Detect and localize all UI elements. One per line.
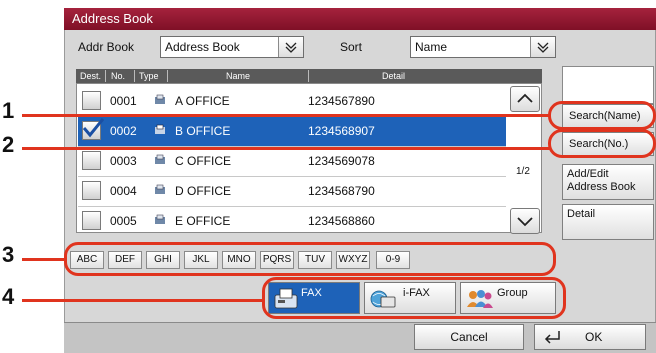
addr-book-label: Addr Book — [78, 40, 135, 54]
row-detail: 1234568907 — [308, 124, 375, 138]
scroll-up-button[interactable] — [510, 86, 540, 112]
addr-book-select[interactable]: Address Book — [160, 36, 304, 58]
scroll-down-button[interactable] — [510, 208, 540, 234]
callout-oval-4 — [262, 277, 566, 319]
callout-number-1: 1 — [2, 98, 15, 123]
sort-label: Sort — [340, 40, 363, 54]
chevron-down-icon — [278, 37, 303, 57]
row-detail: 1234568790 — [308, 184, 375, 198]
callout-number-2: 2 — [2, 132, 15, 157]
cancel-button[interactable]: Cancel — [414, 324, 524, 350]
table-header: Dest. No. Type Name Detail — [76, 69, 542, 83]
callout-line-1 — [22, 114, 550, 117]
fax-icon — [155, 184, 165, 194]
row-no: 0005 — [110, 214, 137, 228]
row-checkbox[interactable] — [82, 91, 101, 110]
addr-book-select-value: Address Book — [165, 40, 240, 54]
row-detail: 1234569078 — [308, 154, 375, 168]
row-no: 0002 — [110, 124, 137, 138]
window-title: Address Book — [64, 8, 656, 30]
callout-line-2 — [22, 147, 550, 150]
row-detail: 1234567890 — [308, 94, 375, 108]
table-row[interactable]: 0004 D OFFICE 1234568790 — [78, 176, 506, 207]
row-detail: 1234568860 — [308, 214, 375, 228]
chevron-down-icon — [517, 217, 533, 227]
col-type: Type — [139, 71, 159, 81]
row-no: 0003 — [110, 154, 137, 168]
callout-line-3 — [22, 258, 66, 261]
sort-select[interactable]: Name — [410, 36, 556, 58]
row-name: B OFFICE — [175, 124, 231, 138]
callout-number-3: 3 — [2, 242, 15, 267]
fax-icon — [155, 214, 165, 224]
table-row[interactable]: 0003 C OFFICE 1234569078 — [78, 146, 506, 177]
col-name: Name — [226, 71, 251, 81]
fax-icon — [155, 154, 165, 164]
detail-button[interactable]: Detail — [562, 204, 654, 240]
callout-oval-2 — [548, 129, 656, 158]
table-row[interactable]: 0002 B OFFICE 1234568907 — [78, 116, 506, 147]
row-name: E OFFICE — [175, 214, 231, 228]
callout-oval-3 — [64, 242, 556, 276]
row-checkbox[interactable] — [82, 151, 101, 170]
row-name: A OFFICE — [175, 94, 230, 108]
checkmark-icon — [82, 118, 105, 138]
row-name: D OFFICE — [175, 184, 231, 198]
fax-icon — [155, 94, 165, 104]
row-checkbox[interactable] — [82, 211, 101, 230]
sort-select-value: Name — [415, 40, 448, 54]
page-indicator: 1/2 — [516, 166, 530, 177]
callout-oval-1 — [548, 101, 656, 130]
fax-icon — [155, 124, 165, 134]
chevron-down-icon — [530, 37, 555, 57]
row-no: 0001 — [110, 94, 137, 108]
callout-number-4: 4 — [2, 284, 15, 309]
add-edit-address-book-button[interactable]: Add/Edit Address Book — [562, 164, 654, 200]
ok-label: OK — [585, 330, 603, 344]
ok-button[interactable]: OK — [534, 324, 646, 350]
enter-icon — [544, 331, 560, 344]
row-checkbox[interactable] — [82, 181, 101, 200]
row-checkbox[interactable] — [82, 118, 105, 140]
row-name: C OFFICE — [175, 154, 231, 168]
col-dest: Dest. — [80, 71, 102, 81]
row-no: 0004 — [110, 184, 137, 198]
col-no: No. — [111, 71, 126, 81]
table-row[interactable]: 0005 E OFFICE 1234568860 — [78, 206, 506, 236]
side-blank-panel — [562, 66, 654, 104]
table-row[interactable]: 0001 A OFFICE 1234567890 — [78, 86, 506, 117]
col-detail: Detail — [382, 71, 406, 81]
callout-line-4 — [22, 299, 264, 302]
chevron-up-icon — [517, 93, 533, 103]
